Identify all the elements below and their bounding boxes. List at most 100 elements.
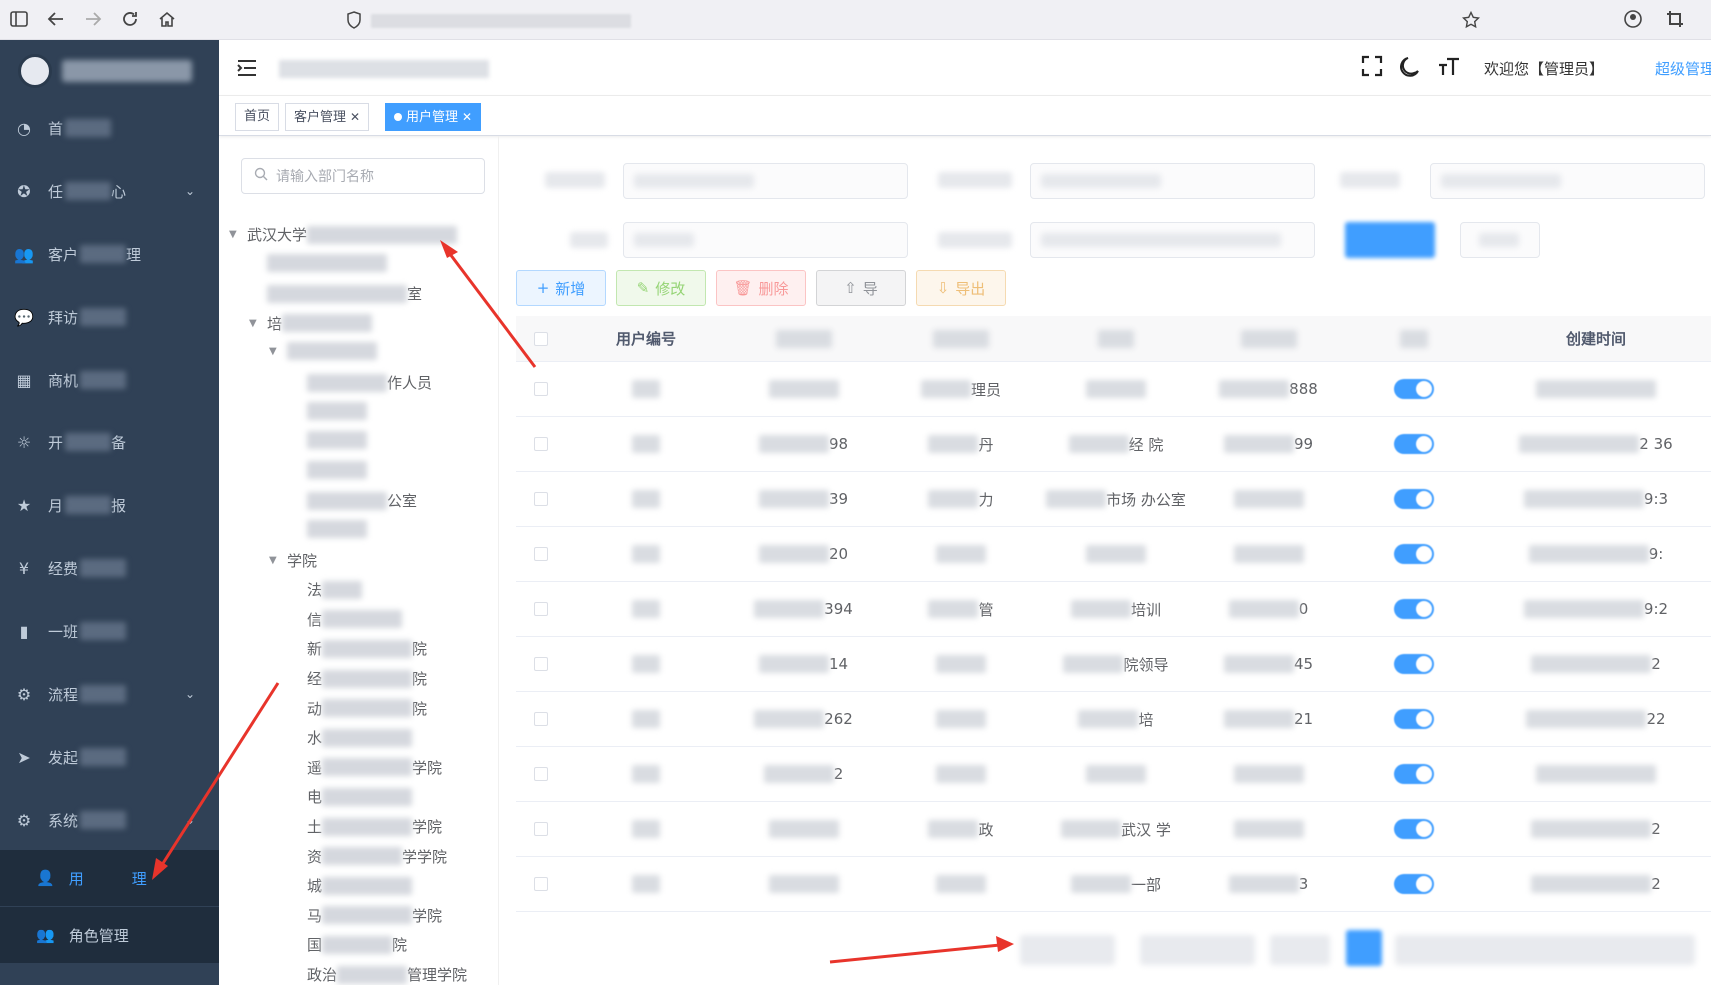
status-switch[interactable] (1393, 434, 1434, 454)
tree-node[interactable]: ▼ (269, 342, 377, 361)
tree-node[interactable]: 经院 (307, 668, 427, 689)
url-bar[interactable] (335, 4, 1515, 36)
row-checkbox[interactable] (534, 822, 548, 836)
sidebar-item-role-management[interactable]: 👥 角色管理 (0, 907, 219, 963)
tag-user-management[interactable]: 用户管理 ✕ (385, 103, 482, 131)
form-input[interactable] (1430, 163, 1705, 199)
forward-icon[interactable] (82, 8, 104, 30)
tree-node[interactable]: 公室 (307, 490, 417, 511)
tree-node[interactable]: ▼ 武汉大学 (229, 224, 458, 245)
sidebar-item[interactable]: ¥ 经费 (0, 543, 219, 593)
form-input[interactable] (1030, 222, 1315, 258)
tree-node[interactable]: 电 (307, 786, 413, 807)
table-row[interactable]: 262 培 21 22 (516, 692, 1711, 747)
account-icon[interactable] (1622, 8, 1644, 30)
tree-node[interactable] (307, 431, 367, 450)
status-switch[interactable] (1393, 874, 1434, 894)
delete-button[interactable]: 🗑 删除 (716, 270, 806, 306)
table-row[interactable]: 98 丹 经 院 99 2 36 (516, 417, 1711, 472)
back-icon[interactable] (45, 8, 67, 30)
fullscreen-icon[interactable] (1361, 55, 1383, 82)
caret-down-icon[interactable]: ▼ (229, 229, 239, 240)
status-switch[interactable] (1393, 489, 1434, 509)
pager-pages[interactable] (1395, 935, 1695, 965)
form-input[interactable] (623, 222, 908, 258)
table-row[interactable]: 一部 3 2 (516, 857, 1711, 912)
row-checkbox[interactable] (534, 877, 548, 891)
table-row[interactable]: 39 力 市场 办公室 9:3 (516, 472, 1711, 527)
table-row[interactable]: 2 (516, 747, 1711, 802)
pager-current-page[interactable] (1346, 930, 1382, 966)
tree-node[interactable]: 信 (307, 609, 403, 630)
row-checkbox[interactable] (534, 492, 548, 506)
row-checkbox[interactable] (534, 437, 548, 451)
caret-down-icon[interactable]: ▼ (249, 318, 259, 329)
table-row[interactable]: 394 管 培训 0 9:2 (516, 582, 1711, 637)
tree-node[interactable]: 水 (307, 727, 413, 748)
pane-splitter[interactable] (498, 136, 499, 985)
caret-down-icon[interactable]: ▼ (269, 555, 279, 566)
status-switch[interactable] (1393, 599, 1434, 619)
star-icon[interactable] (1460, 9, 1482, 31)
status-switch[interactable] (1393, 544, 1434, 564)
row-checkbox[interactable] (534, 547, 548, 561)
caret-down-icon[interactable]: ▼ (269, 346, 279, 357)
dept-search-input[interactable]: 请输入部门名称 (241, 158, 485, 194)
reset-button[interactable] (1460, 222, 1540, 258)
tree-node[interactable]: 室 (267, 283, 422, 304)
tree-node[interactable]: ▼ 培 (249, 313, 373, 334)
sidebar-item[interactable]: ★ 月 报 (0, 480, 219, 530)
sidebar-item[interactable]: ▮ 一班 (0, 606, 219, 656)
status-switch[interactable] (1393, 764, 1434, 784)
tree-node[interactable]: 遥 学院 (307, 757, 442, 778)
export-button[interactable]: ⇩ 导出 (916, 270, 1006, 306)
tree-node[interactable]: 国院 (307, 934, 407, 955)
moon-icon[interactable] (1400, 55, 1420, 82)
font-size-icon[interactable] (1438, 55, 1460, 82)
sidebar-item[interactable]: ▦ 商机 (0, 355, 219, 405)
sidebar-item[interactable]: ✪ 任 心 ⌄ (0, 166, 219, 216)
table-row[interactable]: 14 院领导 45 2 (516, 637, 1711, 692)
table-row[interactable]: 理员 888 (516, 362, 1711, 417)
tag-home[interactable]: 首页 (235, 103, 280, 131)
sidebar-toggle-icon[interactable] (8, 8, 30, 30)
row-checkbox[interactable] (534, 767, 548, 781)
pager-prev[interactable] (1270, 935, 1330, 965)
search-button[interactable] (1345, 222, 1435, 258)
pager-size-select[interactable] (1140, 935, 1255, 965)
form-input[interactable] (623, 163, 908, 199)
tree-node[interactable]: 马 学院 (307, 905, 442, 926)
tree-node[interactable]: ▼ 学院 (269, 550, 317, 571)
tag-customer-management[interactable]: 客户管理 ✕ (285, 103, 370, 131)
sidebar-item[interactable]: ☼ 开 备 (0, 417, 219, 467)
sidebar-item[interactable]: 💬 拜访 (0, 292, 219, 342)
select-all-checkbox[interactable] (534, 331, 548, 346)
sidebar-item[interactable]: ➤ 发起 (0, 732, 219, 782)
sidebar-item-user-management[interactable]: 👤 用 理 (0, 850, 219, 906)
sidebar-item[interactable]: ⚙ 流程 ⌄ (0, 669, 219, 719)
close-icon[interactable]: ✕ (350, 110, 360, 124)
sidebar-item[interactable]: 👥 客户 理 (0, 229, 219, 279)
row-checkbox[interactable] (534, 712, 548, 726)
tree-node[interactable]: 资 学学院 (307, 846, 447, 867)
table-row[interactable]: 政 武汉 学 2 (516, 802, 1711, 857)
reload-icon[interactable] (119, 8, 141, 30)
row-checkbox[interactable] (534, 602, 548, 616)
form-input[interactable] (1030, 163, 1315, 199)
tree-node[interactable]: 作人员 (307, 372, 432, 393)
status-switch[interactable] (1393, 654, 1434, 674)
edit-button[interactable]: ✎ 修改 (616, 270, 706, 306)
row-checkbox[interactable] (534, 382, 548, 396)
tree-node[interactable]: 土 学院 (307, 816, 442, 837)
hamburger-icon[interactable] (237, 58, 257, 82)
tree-node[interactable]: 法 (307, 579, 363, 600)
sidebar-item[interactable]: ◔ 首 (0, 103, 219, 153)
tree-node[interactable] (307, 460, 367, 479)
tree-node[interactable] (267, 253, 387, 272)
tree-node[interactable] (307, 401, 367, 420)
sidebar-item[interactable]: ⚙ 系统 ⌄ (0, 795, 219, 845)
status-switch[interactable] (1393, 709, 1434, 729)
tree-node[interactable]: 动院 (307, 698, 427, 719)
tree-node[interactable]: 城 (307, 875, 413, 896)
tree-node[interactable]: 政治 管理学院 (307, 964, 467, 985)
